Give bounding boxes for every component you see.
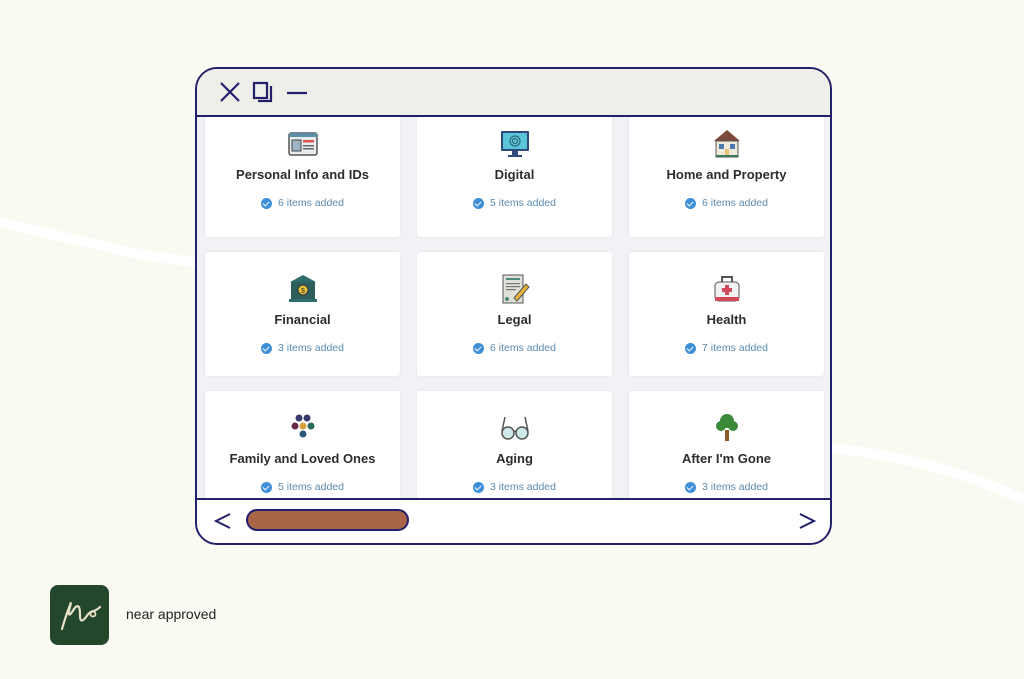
check-icon: [261, 481, 273, 493]
category-card-aging[interactable]: Aging 3 items added: [417, 391, 612, 499]
category-title: Family and Loved Ones: [229, 451, 376, 466]
close-icon[interactable]: [219, 81, 241, 103]
category-title: Home and Property: [666, 167, 787, 182]
category-grid: Personal Info and IDs 6 items added Digi…: [197, 117, 830, 499]
category-card-health[interactable]: Health 7 items added: [629, 252, 824, 376]
category-title: Legal: [497, 312, 532, 327]
category-status: 6 items added: [629, 197, 824, 209]
category-title: After I'm Gone: [681, 451, 772, 466]
category-status: 3 items added: [417, 481, 612, 493]
category-status: 6 items added: [205, 197, 400, 209]
medical-kit-icon: [714, 276, 739, 302]
svg-text:$: $: [301, 288, 305, 295]
check-icon: [685, 481, 697, 493]
category-card-legal[interactable]: Legal 6 items added: [417, 252, 612, 376]
category-card-personal-info[interactable]: Personal Info and IDs 6 items added: [205, 117, 400, 237]
category-status: 5 items added: [205, 481, 400, 493]
category-status: 7 items added: [629, 342, 824, 354]
document-pen-icon: [502, 274, 530, 304]
category-title: Financial: [274, 312, 331, 327]
category-status: 3 items added: [629, 481, 824, 493]
check-icon: [473, 197, 485, 209]
app-window: Personal Info and IDs 6 items added Digi…: [195, 67, 832, 545]
computer-fingerprint-icon: [500, 131, 529, 157]
category-card-digital[interactable]: Digital 5 items added: [417, 117, 612, 237]
check-icon: [261, 197, 273, 209]
brand-logo: [50, 585, 109, 645]
check-icon: [685, 342, 697, 354]
category-card-home[interactable]: Home and Property 6 items added: [629, 117, 824, 237]
category-title: Digital: [494, 167, 535, 182]
category-card-after-im-gone[interactable]: After I'm Gone 3 items added: [629, 391, 824, 499]
check-icon: [685, 197, 697, 209]
restore-icon[interactable]: [252, 81, 274, 103]
category-status: 5 items added: [417, 197, 612, 209]
minimize-icon[interactable]: [285, 81, 309, 103]
glasses-icon: [500, 416, 529, 440]
category-title: Aging: [496, 451, 533, 466]
chevron-right-icon[interactable]: [797, 511, 817, 531]
category-card-family[interactable]: Family and Loved Ones 5 items added: [205, 391, 400, 499]
chevron-left-icon[interactable]: [213, 511, 233, 531]
check-icon: [473, 342, 485, 354]
family-group-icon: [291, 414, 314, 438]
scrollbar-thumb[interactable]: [246, 509, 409, 531]
category-card-financial[interactable]: $ Financial 3 items added: [205, 252, 400, 376]
house-icon: [713, 130, 740, 158]
check-icon: [261, 342, 273, 354]
signature-icon: [60, 601, 102, 631]
category-title: Health: [706, 312, 747, 327]
title-bar: [197, 69, 830, 117]
id-card-icon: [287, 132, 318, 156]
horizontal-scrollbar[interactable]: [197, 498, 830, 543]
check-icon: [473, 481, 485, 493]
category-status: 3 items added: [205, 342, 400, 354]
bank-icon: $: [288, 275, 317, 302]
tree-icon: [715, 414, 738, 441]
category-title: Personal Info and IDs: [236, 167, 369, 182]
category-status: 6 items added: [417, 342, 612, 354]
brand-name: near approved: [126, 606, 217, 622]
